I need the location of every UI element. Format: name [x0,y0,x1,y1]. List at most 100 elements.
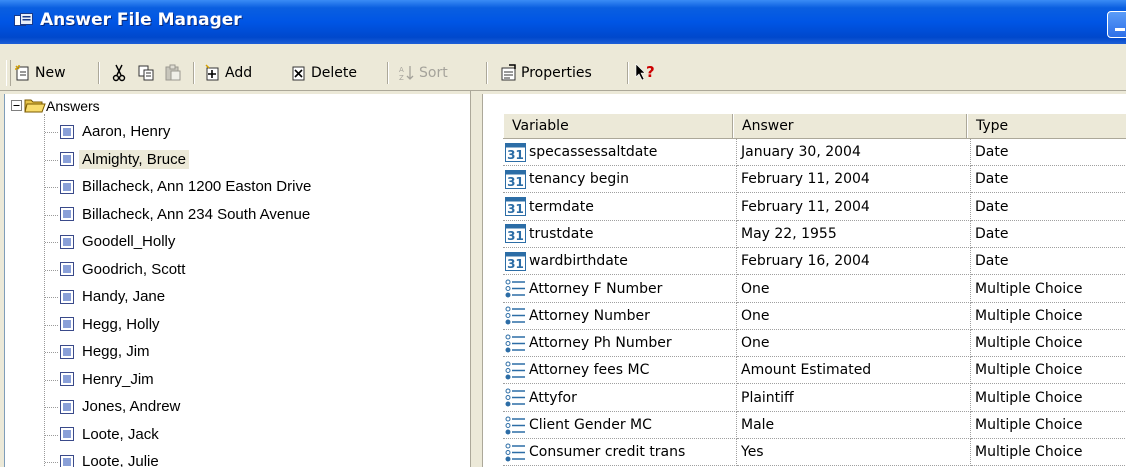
column-header-type[interactable]: Type [967,114,1126,138]
answer-file-icon [60,207,74,221]
tree-item-label: Jones, Andrew [82,398,181,415]
cell-answer: February 11, 2004 [737,166,971,194]
answer-file-icon [60,289,74,304]
table-row[interactable]: 31 specassessaltdate January 30, 2004 Date [503,139,1126,166]
pane-splitter[interactable] [470,91,480,467]
table-row[interactable]: 31 tenancy begin February 11, 2004 Date [503,166,1126,194]
tree-connector-line [45,132,58,133]
answer-tree-pane[interactable]: Answers Aaron, Henry Almighty, Bruce Billa… [4,94,471,467]
variable-name: specassessaltdate [529,144,658,160]
cell-answer: Plaintiff [737,384,971,412]
answers-list-pane[interactable]: Variable Answer Type 31 specassessaltdate… [482,94,1126,467]
svg-text:31: 31 [507,229,524,243]
svg-text:31: 31 [507,148,524,162]
add-button[interactable]: Add [204,60,252,86]
table-row[interactable]: 31 wardbirthdate February 16, 2004 Date [503,248,1126,276]
tree-item[interactable]: Jones, Andrew [60,394,183,419]
tree-item[interactable]: Goodell_Holly [60,229,178,254]
paste-icon [165,64,181,81]
table-row[interactable]: Consumer credit trans Yes Multiple Choice [503,439,1126,467]
tree-item[interactable]: Loote, Julie [60,449,162,467]
tree-item-label: Billacheck, Ann 1200 Easton Drive [82,178,312,195]
tree-item-label: Aaron, Henry [82,123,171,140]
new-button[interactable]: New [14,60,66,86]
tree-item-label: Hegg, Holly [82,315,160,333]
variable-name: Attorney Number [529,307,650,324]
tree-item-label: Billacheck, Ann 234 South Avenue [82,205,311,223]
toolbar-separator [387,62,389,84]
cell-type: Multiple Choice [971,276,1126,303]
cell-answer: One [737,330,971,358]
tree-item[interactable]: Loote, Jack [60,422,162,447]
tree-item[interactable]: Almighty, Bruce [60,147,189,172]
calendar-icon: 31 [505,142,526,162]
column-header-variable[interactable]: Variable [503,114,733,138]
cell-variable: Attorney F Number [503,275,737,303]
tree-item-label: Loote, Julie [82,453,159,467]
title-bar: Answer File Manager [0,0,1126,44]
properties-icon [501,64,516,81]
new-file-icon [15,65,29,81]
cell-variable: Attorney Ph Number [503,330,737,358]
minimize-button[interactable] [1107,11,1126,38]
app-icon [14,13,33,26]
tree-connector-line [45,159,58,161]
sort-icon: A Z [399,66,414,82]
tree-connector-line [45,462,58,463]
add-icon [205,64,219,81]
tree-root[interactable]: Answers [11,97,100,114]
calendar-icon: 31 [505,251,526,271]
list-icon [505,416,525,434]
answer-file-icon [60,372,74,386]
table-row[interactable]: Attorney F Number One Multiple Choice [503,275,1126,303]
help-button[interactable]: ? [634,60,661,86]
copy-button[interactable] [137,60,158,86]
tree-item[interactable]: Goodrich, Scott [60,257,188,282]
calendar-icon: 31 [505,169,526,189]
table-row[interactable]: Attorney Ph Number One Multiple Choice [503,330,1126,358]
tree-connector-line [45,187,58,188]
column-header-answer[interactable]: Answer [733,114,967,138]
cut-button[interactable] [110,60,131,86]
table-row[interactable]: Attyfor Plaintiff Multiple Choice [503,384,1126,412]
cell-type: Date [971,221,1126,248]
toolbar-grip[interactable] [6,60,11,86]
variable-name: Attorney F Number [529,280,663,297]
variable-name: trustdate [529,225,594,242]
tree-item[interactable]: Aaron, Henry [60,119,173,144]
sort-label: Sort [419,65,448,81]
tree-item[interactable]: Handy, Jane [60,284,168,309]
table-row[interactable]: Client Gender MC Male Multiple Choice [503,412,1126,439]
answer-file-icon [60,262,74,276]
svg-text:31: 31 [507,257,524,271]
table-row[interactable]: Attorney fees MC Amount Estimated Multiple… [503,357,1126,385]
table-row[interactable]: 31 trustdate May 22, 1955 Date [503,220,1126,248]
cell-type: Date [971,194,1126,221]
tree-item[interactable]: Henry_Jim [60,367,157,392]
cell-answer: Male [737,412,971,439]
tree-item[interactable]: Billacheck, Ann 1200 Easton Drive [60,174,314,199]
table-row[interactable]: Attorney Number One Multiple Choice [503,302,1126,330]
collapse-icon[interactable] [11,100,22,111]
tree-item[interactable]: Hegg, Jim [60,339,153,364]
tree-item[interactable]: Hegg, Holly [60,312,163,337]
copy-icon [138,65,154,81]
properties-button[interactable]: Properties [500,60,592,86]
paste-button[interactable] [164,60,185,86]
tree-connector-line [45,214,58,216]
tree-item-label: Goodrich, Scott [82,260,186,278]
tree-connector-line [45,352,58,353]
cell-answer: Amount Estimated [737,357,971,385]
tree-item[interactable]: Billacheck, Ann 234 South Avenue [60,202,313,227]
sort-button[interactable]: A Z Sort [398,60,448,86]
cell-type: Multiple Choice [971,330,1126,358]
cell-variable: 31 specassessaltdate [503,139,737,166]
tree-connector-line [44,114,45,467]
tree-root-label: Answers [46,97,100,114]
table-row[interactable]: 31 termdate February 11, 2004 Date [503,193,1126,221]
cell-answer: One [737,275,971,303]
answer-file-icon [60,454,74,467]
grid-header: Variable Answer Type [503,114,1126,139]
cell-variable: 31 trustdate [503,220,737,248]
delete-button[interactable]: Delete [290,60,357,86]
